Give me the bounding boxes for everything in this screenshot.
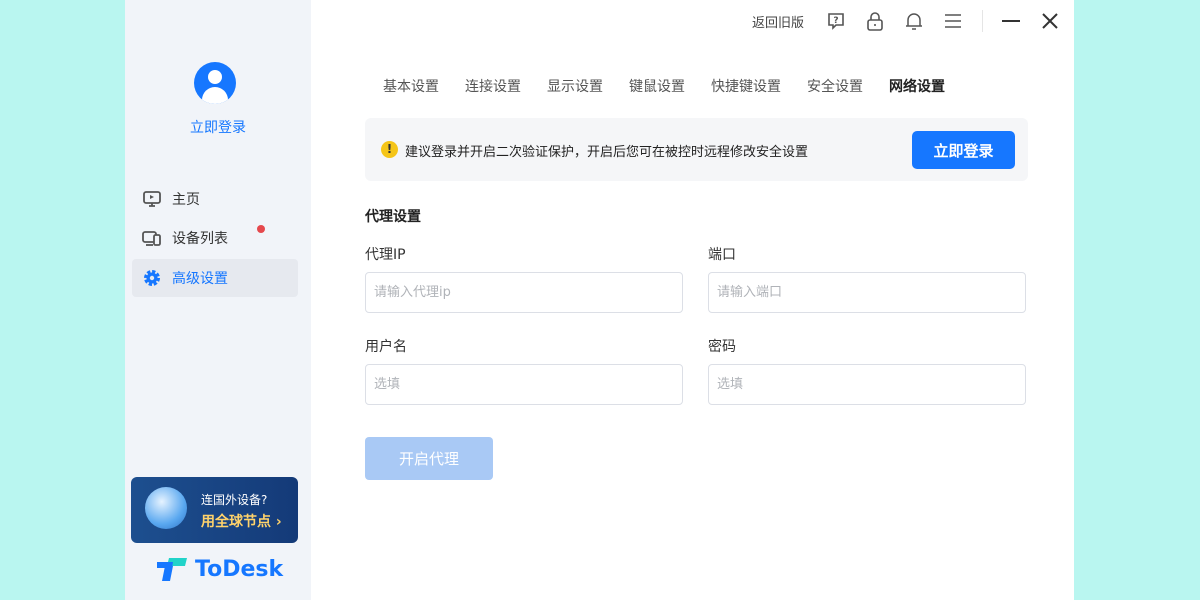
login-suggestion-banner: ! 建议登录并开启二次验证保护，开启后您可在被控时远程修改安全设置 立即登录 (365, 118, 1028, 181)
lock-icon[interactable] (865, 11, 885, 31)
notification-dot (257, 225, 265, 233)
password-input[interactable] (708, 364, 1026, 405)
banner-message: 建议登录并开启二次验证保护，开启后您可在被控时远程修改安全设置 (405, 145, 809, 160)
promo-title: 连国外设备? (201, 493, 268, 507)
password-label: 密码 (708, 339, 736, 355)
sidebar-item-label: 设备列表 (172, 231, 228, 247)
settings-tabs: 基本设置 连接设置 显示设置 键鼠设置 快捷键设置 安全设置 网络设置 (383, 76, 945, 96)
logo-text: ToDesk (195, 556, 284, 582)
login-button[interactable]: 立即登录 (912, 131, 1015, 169)
help-icon[interactable]: ? (826, 11, 846, 31)
section-title: 代理设置 (365, 209, 421, 225)
sidebar: 立即登录 主页 设备列表 高级设置 连国外设备? 用全球节点 › ToDesk (125, 0, 311, 600)
title-bar: 返回旧版 ? (752, 0, 1074, 42)
port-label: 端口 (708, 247, 736, 263)
tab-keyboard-mouse[interactable]: 键鼠设置 (629, 76, 685, 96)
username-label: 用户名 (365, 339, 407, 355)
promo-link: 用全球节点 › (201, 514, 282, 530)
avatar[interactable] (194, 62, 236, 104)
username-input[interactable] (365, 364, 683, 405)
tab-shortcuts[interactable]: 快捷键设置 (711, 76, 781, 96)
devices-icon (142, 231, 161, 246)
sidebar-item-home[interactable]: 主页 (132, 180, 298, 218)
menu-icon[interactable] (943, 11, 963, 31)
global-node-promo[interactable]: 连国外设备? 用全球节点 › (131, 477, 298, 543)
warning-icon: ! (381, 141, 398, 158)
return-old-version-link[interactable]: 返回旧版 (752, 12, 804, 31)
todesk-logo-icon (157, 558, 187, 581)
app-window: 立即登录 主页 设备列表 高级设置 连国外设备? 用全球节点 › ToDesk … (125, 0, 1074, 600)
divider (982, 10, 983, 32)
enable-proxy-button[interactable]: 开启代理 (365, 437, 493, 480)
bell-icon[interactable] (904, 11, 924, 31)
sidebar-item-label: 高级设置 (172, 271, 228, 287)
sidebar-item-devices[interactable]: 设备列表 (132, 219, 298, 257)
tab-display[interactable]: 显示设置 (547, 76, 603, 96)
svg-text:?: ? (833, 16, 838, 26)
minimize-icon[interactable] (1001, 11, 1021, 31)
globe-icon (145, 487, 187, 529)
proxy-ip-label: 代理IP (365, 247, 406, 263)
port-input[interactable] (708, 272, 1026, 313)
gear-icon (144, 270, 160, 286)
sidebar-item-label: 主页 (172, 192, 200, 208)
proxy-ip-input[interactable] (365, 272, 683, 313)
todesk-logo: ToDesk (157, 556, 283, 582)
tab-network[interactable]: 网络设置 (889, 76, 945, 96)
tab-basic[interactable]: 基本设置 (383, 76, 439, 96)
close-icon[interactable] (1040, 11, 1060, 31)
sidebar-item-advanced[interactable]: 高级设置 (132, 259, 298, 297)
tab-security[interactable]: 安全设置 (807, 76, 863, 96)
tab-connection[interactable]: 连接设置 (465, 76, 521, 96)
monitor-icon (143, 191, 161, 207)
login-link[interactable]: 立即登录 (125, 117, 311, 137)
